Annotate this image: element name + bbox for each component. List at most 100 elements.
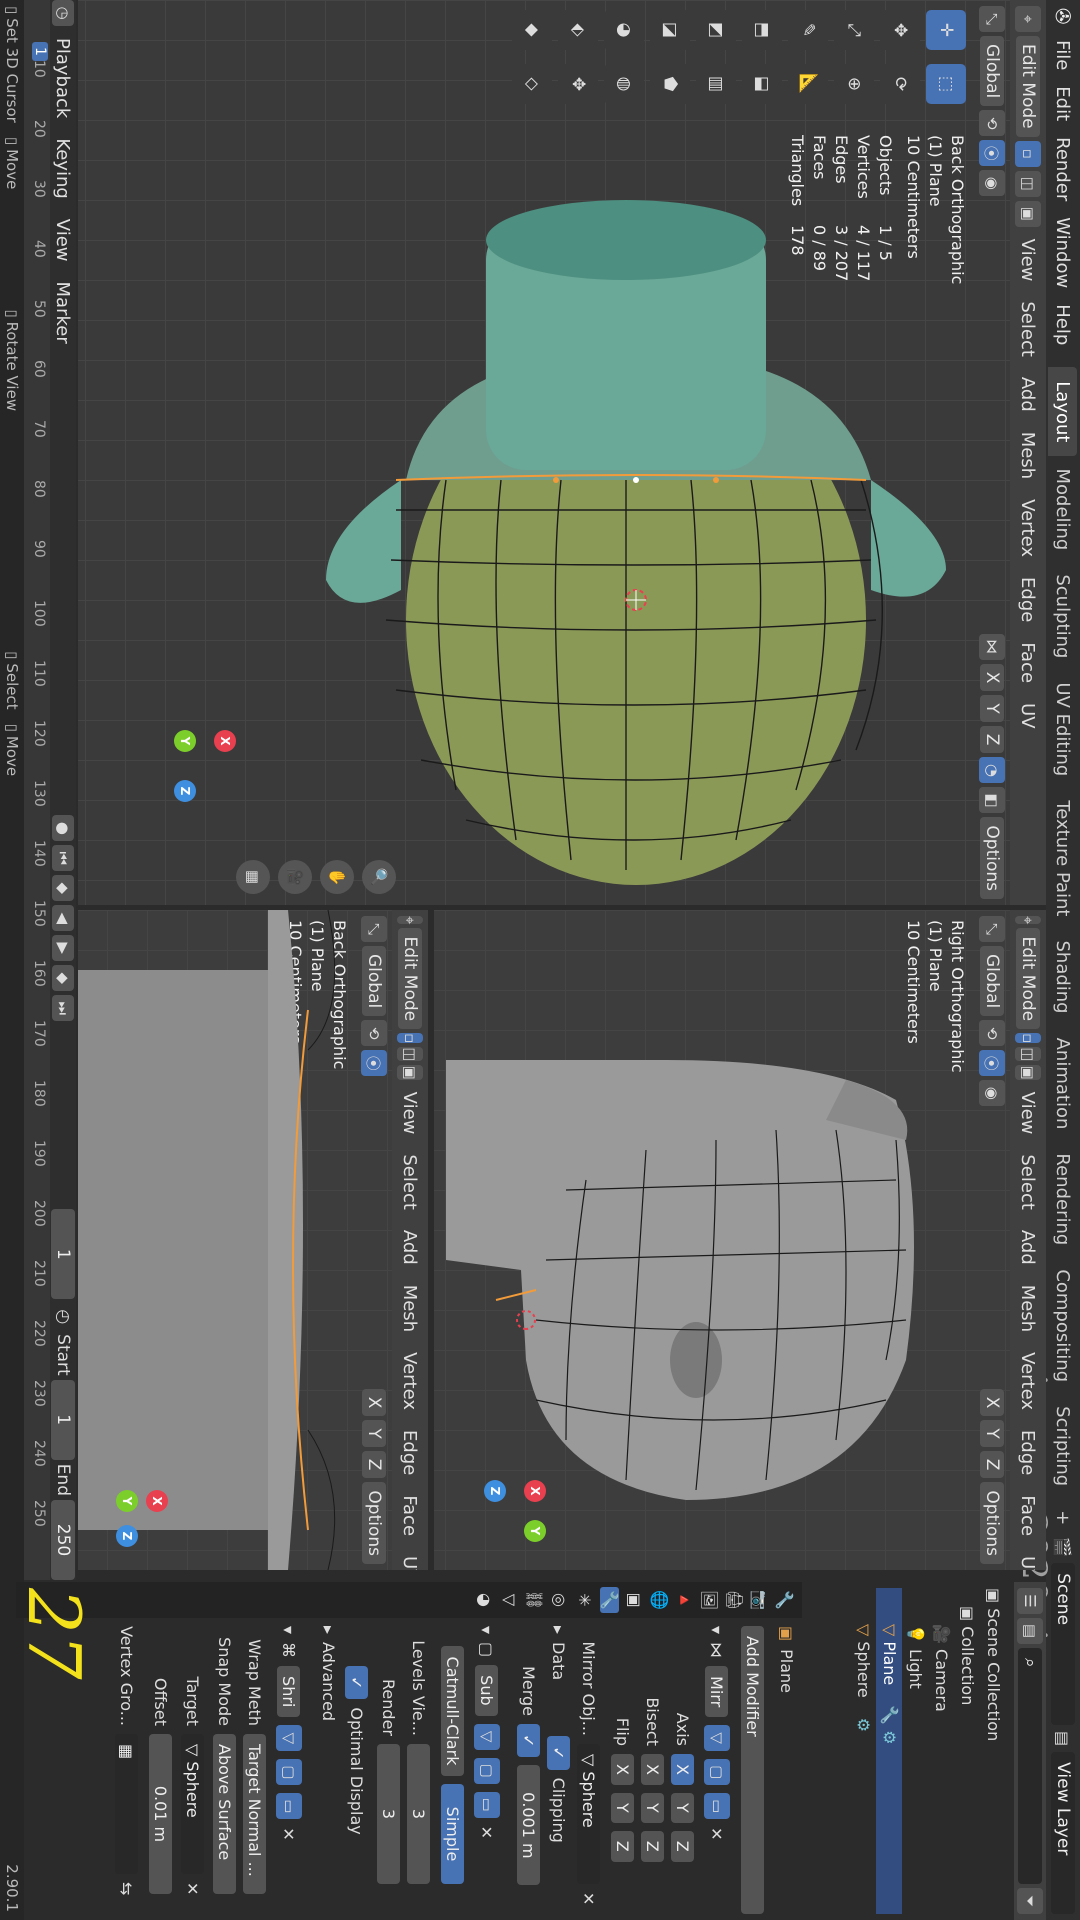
menu-view[interactable]: View bbox=[1018, 1084, 1039, 1143]
transform-tool-icon[interactable]: ⊕ bbox=[834, 64, 874, 104]
axis-y[interactable]: Y bbox=[980, 695, 1004, 722]
vertex-select-icon[interactable]: ▫ bbox=[1015, 140, 1041, 167]
tab-layout[interactable]: Layout bbox=[1048, 367, 1078, 457]
shrink-tool-icon[interactable]: ✥ bbox=[558, 64, 598, 104]
menu-vertex[interactable]: Vertex bbox=[1018, 491, 1039, 565]
realtime-toggle-icon[interactable]: ▭ bbox=[474, 1791, 500, 1818]
on-cage-toggle-icon[interactable]: ▽ bbox=[276, 1725, 302, 1752]
menu-uv[interactable]: UV bbox=[1018, 1548, 1039, 1570]
menu-keying[interactable]: Keying bbox=[53, 130, 74, 206]
zoom-icon[interactable]: 🔍 bbox=[362, 860, 396, 894]
cube-add-tool-icon[interactable]: ◇ bbox=[512, 64, 552, 104]
scene-selector[interactable]: Scene bbox=[1051, 1563, 1075, 1726]
simple-button[interactable]: Simple bbox=[441, 1784, 464, 1884]
gizmo-x-icon[interactable]: X bbox=[146, 1490, 168, 1512]
move-tool-icon[interactable]: ✥ bbox=[880, 10, 920, 50]
orientation-selector[interactable]: Global bbox=[980, 946, 1004, 1017]
next-key-icon[interactable]: ◆ bbox=[52, 965, 74, 992]
menu-edit[interactable]: Edit bbox=[1053, 78, 1074, 129]
flip-z[interactable]: Z bbox=[611, 1830, 634, 1862]
gizmo-y-icon[interactable]: Y bbox=[174, 730, 196, 752]
expand-icon[interactable]: ▸ bbox=[549, 1626, 568, 1634]
end-field[interactable]: 250 bbox=[51, 1500, 75, 1580]
mode-selector[interactable]: Edit Mode bbox=[1016, 36, 1040, 137]
tab-texture-paint[interactable]: Texture Paint bbox=[1053, 788, 1074, 928]
vertex-select-icon[interactable]: ▫ bbox=[1015, 1033, 1041, 1044]
tab-uv-editing[interactable]: UV Editing bbox=[1053, 670, 1074, 788]
menu-face[interactable]: Face bbox=[1018, 634, 1039, 691]
viewport-main[interactable]: ⌖ Edit Mode ▫ ◫ ▣ View Select Add Mesh V… bbox=[78, 0, 1046, 905]
outliner-row-plane[interactable]: ▽ Plane🔧 ⚙ bbox=[876, 1588, 902, 1914]
clipping-checkbox[interactable]: ✓ bbox=[547, 1736, 570, 1770]
axis-z[interactable]: Z bbox=[980, 1450, 1004, 1479]
menu-help[interactable]: Help bbox=[1053, 296, 1074, 353]
spin-tool-icon[interactable]: ◕ bbox=[604, 10, 644, 50]
collapse-icon[interactable]: ▾ bbox=[478, 1626, 497, 1634]
catmull-clark-button[interactable]: Catmull-Clark bbox=[441, 1646, 464, 1776]
cage-toggle-icon[interactable]: ▢ bbox=[474, 1757, 500, 1784]
menu-select[interactable]: Select bbox=[1018, 293, 1039, 365]
axis-x[interactable]: X bbox=[980, 663, 1004, 692]
inset-tool-icon[interactable]: ⬓ bbox=[742, 64, 782, 104]
snap-icon[interactable]: ⦿ bbox=[361, 1050, 387, 1077]
edit-mode-toggle-icon[interactable]: ▽ bbox=[704, 1725, 730, 1752]
subsurf-name-field[interactable]: Sub bbox=[475, 1665, 499, 1716]
menu-edge[interactable]: Edge bbox=[400, 1422, 421, 1483]
jump-start-icon[interactable]: ⏮ bbox=[52, 845, 74, 872]
menu-mesh[interactable]: Mesh bbox=[1018, 1277, 1039, 1340]
vertex-select-icon[interactable]: ▫ bbox=[397, 1033, 423, 1044]
menu-uv[interactable]: UV bbox=[1018, 695, 1039, 737]
merge-checkbox[interactable]: ✓ bbox=[517, 1724, 540, 1758]
record-icon[interactable]: ● bbox=[52, 815, 74, 842]
menu-face[interactable]: Face bbox=[1018, 1487, 1039, 1544]
nav-gizmo[interactable]: X Y Z bbox=[456, 1440, 566, 1560]
menu-face[interactable]: Face bbox=[400, 1487, 421, 1544]
overlay-icon[interactable]: ◔ bbox=[979, 757, 1005, 784]
gizmo-z-icon[interactable]: Z bbox=[174, 780, 196, 802]
outliner-editor-icon[interactable]: ☰ bbox=[1017, 1588, 1043, 1614]
scene-tab-icon[interactable]: 🔺 bbox=[675, 1590, 694, 1610]
timeline-ruler[interactable]: 1 10 20 30 40 50 60 70 80 90 100 110 120 130 140 150 16… bbox=[24, 0, 50, 1580]
close-icon[interactable]: ✕ bbox=[280, 1827, 299, 1840]
menu-render[interactable]: Render bbox=[1053, 129, 1074, 209]
mode-selector[interactable]: Edit Mode bbox=[1016, 928, 1040, 1030]
knife-tool-icon[interactable]: ◪ bbox=[650, 10, 690, 50]
loopcut-tool-icon[interactable]: ▥ bbox=[696, 64, 736, 104]
flip-x[interactable]: X bbox=[611, 1754, 634, 1785]
play-reverse-icon[interactable]: ◀ bbox=[52, 905, 74, 932]
offset-field[interactable]: 0.01 m bbox=[149, 1734, 172, 1894]
rotate-tool-icon[interactable]: ⟳ bbox=[880, 64, 920, 104]
axis-z[interactable]: Z bbox=[980, 725, 1004, 754]
pan-icon[interactable]: ✋ bbox=[320, 860, 354, 894]
constraints-tab-icon[interactable]: ⛓ bbox=[525, 1590, 544, 1610]
outliner-row-sphere[interactable]: ▽ Sphere⚙ bbox=[850, 1588, 876, 1914]
clock-icon[interactable]: ◴ bbox=[53, 1309, 73, 1324]
tab-compositing[interactable]: Compositing bbox=[1053, 1257, 1074, 1394]
object-tab-icon[interactable]: ▣ bbox=[625, 1592, 644, 1607]
nav-gizmo[interactable]: X Y Z bbox=[88, 1430, 178, 1560]
orientation-selector[interactable]: Global bbox=[362, 946, 386, 1017]
prev-key-icon[interactable]: ◆ bbox=[52, 875, 74, 902]
snap-mode-select[interactable]: Above Surface bbox=[213, 1734, 236, 1894]
editor-type-icon[interactable]: ⌖ bbox=[1015, 916, 1041, 925]
pivot-icon[interactable]: ⟲ bbox=[979, 110, 1005, 137]
levels-render-field[interactable]: 3 bbox=[377, 1744, 400, 1884]
menu-select[interactable]: Select bbox=[1018, 1146, 1039, 1218]
realtime-toggle-icon[interactable]: ▭ bbox=[704, 1793, 730, 1820]
proportional-edit-icon[interactable]: ◉ bbox=[979, 1080, 1005, 1107]
orientation-icon[interactable]: ⤡ bbox=[979, 916, 1005, 942]
menu-file[interactable]: File bbox=[1053, 32, 1074, 78]
menu-mesh[interactable]: Mesh bbox=[1018, 424, 1039, 487]
menu-add[interactable]: Add bbox=[400, 1222, 421, 1273]
shear-tool-icon[interactable]: ⬖ bbox=[558, 10, 598, 50]
mirror-axis-z[interactable]: Z bbox=[671, 1830, 694, 1862]
smooth-tool-icon[interactable]: ◍ bbox=[604, 64, 644, 104]
bisect-y[interactable]: Y bbox=[641, 1792, 664, 1823]
orientation-selector[interactable]: Global bbox=[980, 36, 1004, 107]
tab-modeling[interactable]: Modeling bbox=[1053, 456, 1074, 562]
menu-edge[interactable]: Edge bbox=[1018, 1422, 1039, 1483]
edit-mode-toggle-icon[interactable]: ▢ bbox=[276, 1759, 302, 1786]
menu-view[interactable]: View bbox=[53, 211, 74, 270]
menu-edge[interactable]: Edge bbox=[1018, 569, 1039, 630]
filter-icon[interactable]: ⏷ bbox=[1017, 1888, 1043, 1914]
